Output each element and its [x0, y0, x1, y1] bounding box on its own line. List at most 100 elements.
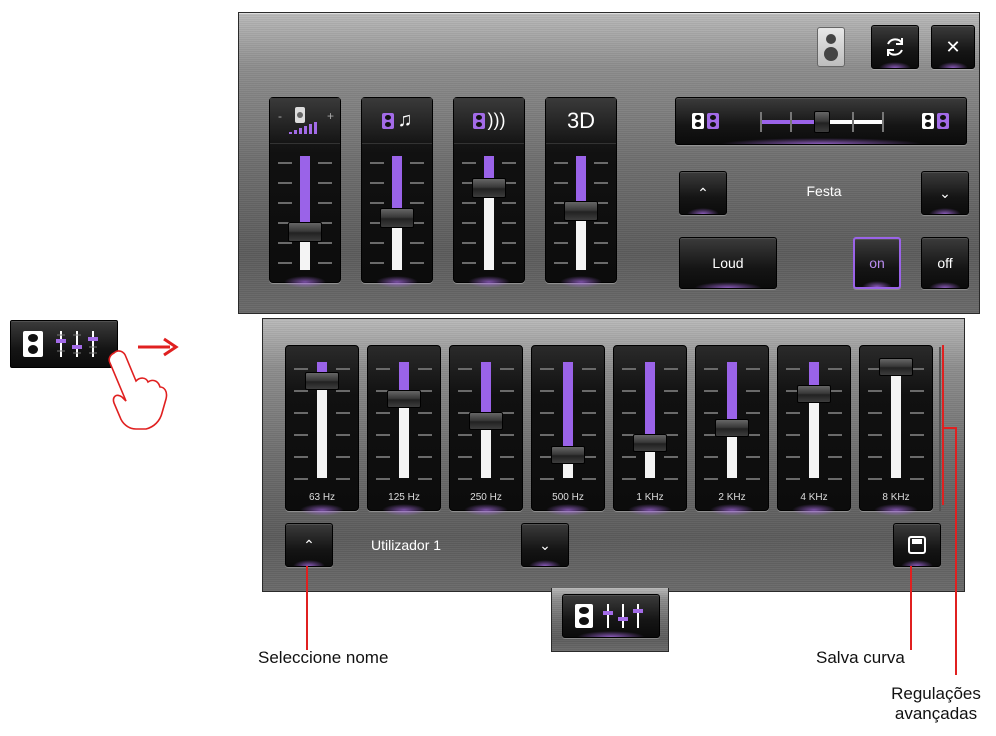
eq-tick — [622, 368, 636, 370]
eq-tick — [786, 456, 800, 458]
eq-tick — [336, 478, 350, 480]
equalizer-toggle-button[interactable] — [562, 594, 660, 638]
slider-tick — [410, 202, 424, 204]
eq-rail — [645, 362, 655, 478]
eq-tick — [336, 434, 350, 436]
eq-tick — [704, 478, 718, 480]
eq-knob[interactable] — [387, 390, 421, 409]
eq-band-label: 125 Hz — [388, 492, 420, 503]
eq-tick — [336, 412, 350, 414]
eq-band-slider[interactable]: 63 Hz — [285, 345, 359, 516]
eq-tick — [910, 478, 924, 480]
balance-knob[interactable] — [814, 111, 830, 133]
user-preset-down-button[interactable]: ⌄ — [521, 523, 569, 567]
slider-tick — [278, 262, 292, 264]
audio-settings-panel: ✕ - + ♫ ))) 3D ⌃ Festa ⌄ Loud on off — [238, 12, 980, 314]
slider-tick — [594, 182, 608, 184]
slider-knob[interactable] — [564, 200, 598, 221]
slider-knob[interactable] — [472, 177, 506, 198]
eq-band-slider[interactable]: 4 KHz — [777, 345, 851, 516]
eq-band-slider[interactable]: 8 KHz — [859, 345, 933, 516]
eq-band-slider[interactable]: 2 KHz — [695, 345, 769, 516]
eq-tick — [704, 412, 718, 414]
preset-up-button[interactable]: ⌃ — [679, 171, 727, 215]
eq-band-label: 63 Hz — [308, 492, 336, 503]
refresh-button[interactable] — [871, 25, 919, 69]
eq-tick — [294, 434, 308, 436]
slider-tick — [462, 202, 476, 204]
volume-ramp-slider[interactable]: - + — [269, 97, 341, 288]
sound-speaker-slider[interactable]: ))) — [453, 97, 525, 288]
eq-tick — [828, 456, 842, 458]
user-preset-up-button[interactable]: ⌃ — [285, 523, 333, 567]
eq-knob[interactable] — [715, 419, 749, 438]
refresh-icon — [887, 38, 903, 56]
save-curve-button[interactable] — [893, 523, 941, 567]
eq-fill — [563, 362, 573, 455]
loud-button[interactable]: Loud — [679, 237, 777, 289]
eq-tick — [868, 456, 882, 458]
save-icon — [908, 536, 926, 554]
eq-tick — [294, 390, 308, 392]
eq-knob[interactable] — [879, 357, 913, 376]
slider-knob[interactable] — [288, 222, 322, 243]
slider-tick — [278, 202, 292, 204]
eq-tick — [294, 478, 308, 480]
eq-band-label: 8 KHz — [882, 492, 910, 503]
eq-tick — [294, 456, 308, 458]
eq-tick — [540, 412, 554, 414]
eq-tick — [582, 412, 596, 414]
eq-tick — [376, 368, 390, 370]
annotation-line-save-curve — [910, 566, 912, 650]
loud-off-button[interactable]: off — [921, 237, 969, 289]
svg-text:+: + — [327, 109, 334, 123]
slider-tick — [502, 202, 516, 204]
annotation-select-name: Seleccione nome — [258, 648, 389, 667]
eq-tick — [828, 478, 842, 480]
svg-text:-: - — [278, 109, 282, 123]
eq-knob[interactable] — [469, 412, 503, 431]
slider-tick — [554, 242, 568, 244]
eq-knob[interactable] — [551, 445, 585, 464]
eq-band-slider[interactable]: 500 Hz — [531, 345, 605, 516]
slider-tick — [554, 182, 568, 184]
preset-down-button[interactable]: ⌄ — [921, 171, 969, 215]
chevron-up-icon: ⌃ — [697, 184, 709, 201]
eq-tick — [458, 368, 472, 370]
eq-tick — [622, 456, 636, 458]
eq-tick — [418, 478, 432, 480]
eq-knob[interactable] — [797, 385, 831, 404]
eq-tick — [540, 478, 554, 480]
eq-knob[interactable] — [633, 434, 667, 453]
eq-tick — [418, 434, 432, 436]
chevron-down-icon: ⌄ — [539, 536, 551, 553]
eq-band-label: 4 KHz — [800, 492, 828, 503]
eq-band-slider[interactable]: 1 KHz — [613, 345, 687, 516]
eq-tick — [868, 478, 882, 480]
eq-band-slider[interactable]: 250 Hz — [449, 345, 523, 516]
chevron-up-icon: ⌃ — [303, 536, 315, 553]
speaker-music-icon: ♫ — [362, 98, 432, 144]
slider-tick — [410, 162, 424, 164]
slider-knob[interactable] — [380, 207, 414, 228]
eq-tick — [540, 390, 554, 392]
slider-tick — [462, 262, 476, 264]
eq-tick — [376, 434, 390, 436]
eq-tick — [500, 478, 514, 480]
eq-knob[interactable] — [305, 371, 339, 390]
eq-tick — [664, 368, 678, 370]
eq-tick — [786, 478, 800, 480]
eq-tick — [868, 412, 882, 414]
eq-tick — [828, 434, 842, 436]
eq-band-label: 1 KHz — [636, 492, 664, 503]
annotation-bracket-mid — [942, 427, 956, 429]
balance-fader-control[interactable] — [675, 97, 967, 145]
3d-slider[interactable]: 3D — [545, 97, 617, 288]
loud-on-button[interactable]: on — [853, 237, 901, 289]
eq-band-slider[interactable]: 125 Hz — [367, 345, 441, 516]
close-button[interactable]: ✕ — [931, 25, 975, 69]
equalizer-sliders-icon — [56, 331, 98, 357]
music-speaker-slider[interactable]: ♫ — [361, 97, 433, 288]
eq-tick — [622, 478, 636, 480]
speaker-device-icon[interactable] — [817, 27, 845, 67]
